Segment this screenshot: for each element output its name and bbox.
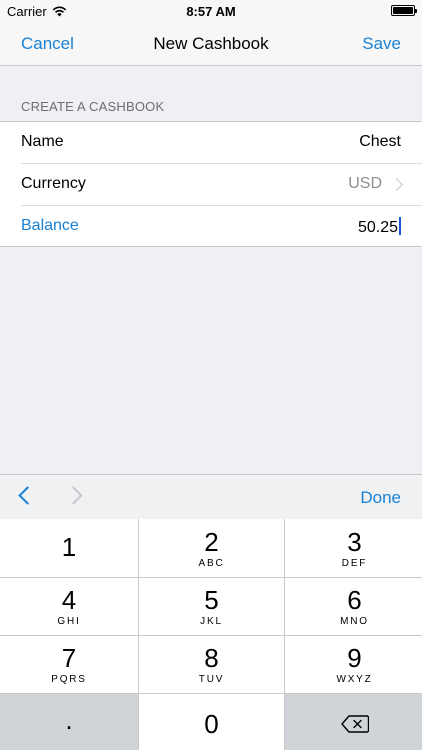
key-3[interactable]: 3 DEF — [285, 519, 422, 577]
key-digit: 5 — [204, 585, 219, 615]
balance-label: Balance — [21, 217, 79, 234]
balance-value: 50.25 — [357, 219, 398, 236]
key-letters: WXYZ — [336, 674, 373, 685]
done-button[interactable]: Done — [360, 488, 401, 508]
next-field-icon[interactable] — [64, 486, 83, 505]
currency-value: USD — [348, 175, 382, 192]
key-letters: JKL — [200, 616, 223, 627]
key-letters: PQRS — [51, 674, 87, 685]
key-1[interactable]: 1 — [0, 519, 138, 577]
key-digit: 3 — [347, 526, 362, 557]
backspace-icon — [340, 714, 369, 733]
key-digit: 7 — [61, 643, 77, 673]
key-digit: 0 — [204, 708, 219, 739]
status-right — [391, 5, 417, 16]
key-8[interactable]: 8 TUV — [139, 636, 284, 693]
key-digit: 2 — [204, 526, 219, 557]
chevron-right-icon — [390, 178, 403, 191]
name-label: Name — [21, 133, 64, 150]
battery-level — [393, 7, 413, 14]
key-letters: DEF — [341, 557, 368, 569]
keyboard-accessory-bar: Done — [0, 474, 422, 519]
page-title: New Cashbook — [153, 34, 269, 53]
key-2[interactable]: 2 ABC — [139, 519, 284, 577]
battery-icon — [391, 5, 417, 16]
key-digit: 4 — [61, 585, 77, 615]
status-bar: Carrier 8:57 AM — [0, 0, 422, 22]
key-letters: MNO — [340, 616, 369, 627]
key-letters: ABC — [198, 557, 225, 569]
balance-row[interactable]: Balance 50.25 — [0, 206, 422, 248]
key-0[interactable]: 0 — [139, 694, 284, 750]
status-time: 8:57 AM — [186, 4, 236, 19]
backspace-key[interactable] — [285, 694, 422, 750]
key-digit: 1 — [61, 532, 77, 562]
numeric-keypad: 1 2 ABC 3 DEF 4 GHI 5 JKL 6 MNO 7 PQRS 8… — [0, 519, 422, 750]
section-header: CREATE A CASHBOOK — [21, 99, 165, 114]
key-digit: 6 — [347, 585, 362, 615]
key-digit: 8 — [204, 643, 219, 673]
text-cursor — [399, 217, 401, 235]
navigation-bar: Cancel New Cashbook Save — [0, 22, 422, 66]
key-digit: . — [65, 704, 73, 735]
key-letters: TUV — [198, 674, 225, 685]
key-decimal[interactable]: . — [0, 694, 138, 750]
key-digit: 9 — [347, 643, 362, 673]
name-row[interactable]: Name Chest — [0, 122, 422, 164]
key-7[interactable]: 7 PQRS — [0, 636, 138, 693]
key-5[interactable]: 5 JKL — [139, 578, 284, 635]
currency-row[interactable]: Currency USD — [0, 164, 422, 206]
name-field[interactable]: Chest — [359, 133, 401, 151]
currency-label: Currency — [21, 175, 86, 192]
key-6[interactable]: 6 MNO — [285, 578, 422, 635]
key-letters: GHI — [57, 616, 81, 627]
key-4[interactable]: 4 GHI — [0, 578, 138, 635]
key-9[interactable]: 9 WXYZ — [285, 636, 422, 693]
balance-field[interactable]: 50.25 — [358, 217, 401, 237]
save-button[interactable]: Save — [362, 34, 401, 54]
form-table: Name Chest Currency USD Balance 50.25 — [0, 121, 422, 247]
previous-field-icon[interactable] — [18, 486, 37, 505]
